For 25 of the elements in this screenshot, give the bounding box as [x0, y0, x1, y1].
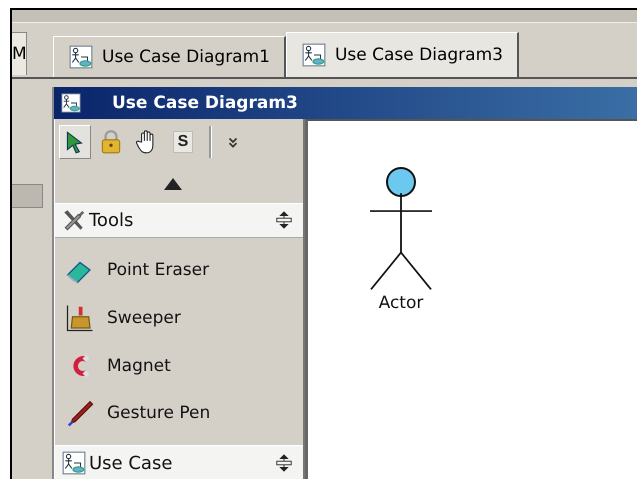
palette-item[interactable]: Magnet	[55, 342, 303, 390]
actor-label: Actor	[378, 293, 424, 313]
diagram-icon	[68, 44, 94, 70]
document-tab[interactable]: Use Case Diagram1	[53, 36, 286, 77]
side-panel	[12, 184, 43, 208]
window-title: Use Case Diagram3	[112, 93, 298, 113]
palette-item[interactable]: Point Eraser	[55, 246, 303, 294]
palette-item[interactable]: Sweeper	[55, 294, 303, 342]
group-title: Tools	[89, 210, 134, 231]
document-tab[interactable]: M	[12, 32, 27, 75]
brush-icon	[65, 302, 95, 333]
palette-group-header[interactable]: Use Case	[55, 445, 303, 479]
pen-icon	[65, 398, 95, 428]
resize-icon[interactable]	[275, 454, 293, 472]
palette-item[interactable]: Gesture Pen	[55, 389, 303, 438]
actor-drawing[interactable]	[368, 167, 434, 291]
palette-group-header[interactable]: Tools	[55, 202, 303, 238]
pointer-tool[interactable]	[59, 124, 91, 159]
diagram-icon	[300, 42, 327, 68]
resize-icon[interactable]	[275, 211, 293, 230]
diagram-icon	[60, 92, 82, 114]
group-title: Use Case	[89, 452, 174, 474]
document-tab[interactable]: Use Case Diagram3	[286, 32, 519, 77]
text-tool[interactable]: S	[167, 124, 199, 159]
collapse-icon[interactable]	[163, 176, 183, 191]
